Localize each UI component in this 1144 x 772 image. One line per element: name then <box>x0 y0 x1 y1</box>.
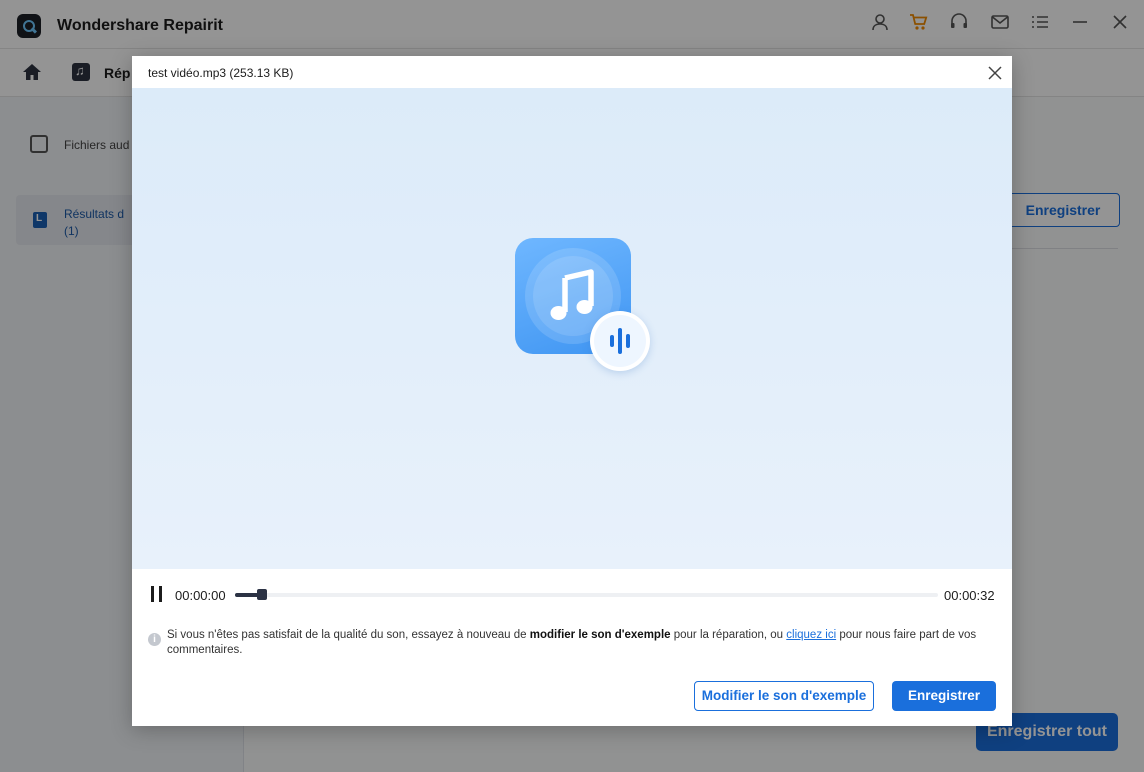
info-bold-text: modifier le son d'exemple <box>529 629 671 641</box>
feedback-link[interactable]: cliquez ici <box>786 629 836 641</box>
dialog-close-icon[interactable] <box>987 65 1003 81</box>
dialog-title: test vidéo.mp3 (253.13 KB) <box>148 66 294 80</box>
playback-progress-bar[interactable] <box>235 589 938 600</box>
total-time: 00:00:32 <box>944 588 995 603</box>
sound-wave-icon <box>590 311 650 371</box>
progress-handle[interactable] <box>257 589 267 600</box>
info-message: Si vous n'êtes pas satisfait de la quali… <box>167 629 977 656</box>
current-time: 00:00:00 <box>175 588 226 603</box>
save-button[interactable]: Enregistrer <box>892 681 996 711</box>
audio-preview-dialog: test vidéo.mp3 (253.13 KB) 00:00:00 00:0… <box>132 56 1012 726</box>
modify-sample-button[interactable]: Modifier le son d'exemple <box>694 681 874 711</box>
pause-button[interactable] <box>150 586 164 602</box>
info-icon: i <box>148 633 161 646</box>
